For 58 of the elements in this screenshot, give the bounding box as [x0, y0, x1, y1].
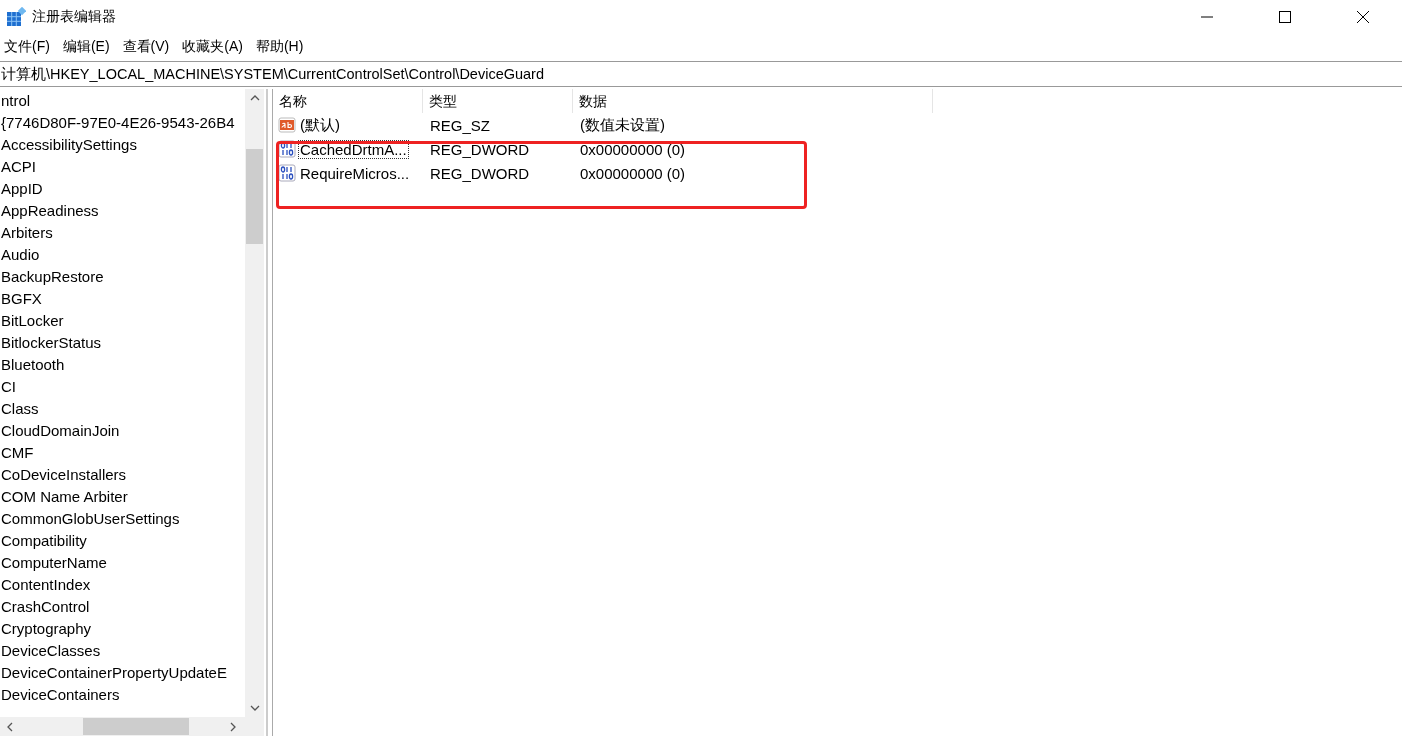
- value-data: 0x00000000 (0): [579, 164, 687, 182]
- menu-item[interactable]: 收藏夹(A): [182, 38, 243, 56]
- binary-value-icon: [278, 164, 296, 182]
- value-type: REG_DWORD: [429, 164, 531, 182]
- column-header[interactable]: 类型: [423, 89, 573, 113]
- tree-item[interactable]: BackupRestore: [0, 266, 245, 288]
- tree-item[interactable]: CoDeviceInstallers: [0, 464, 245, 486]
- tree-item[interactable]: Class: [0, 398, 245, 420]
- value-data: (数值未设置): [579, 115, 666, 135]
- tree-item[interactable]: ContentIndex: [0, 574, 245, 596]
- tree-item[interactable]: CrashControl: [0, 596, 245, 618]
- tree-item[interactable]: DeviceClasses: [0, 640, 245, 662]
- window-title: 注册表编辑器: [32, 8, 116, 26]
- string-value-icon: [278, 116, 296, 134]
- scroll-up-icon[interactable]: [249, 94, 260, 102]
- tree-item[interactable]: ntrol: [0, 90, 245, 112]
- tree-item[interactable]: Cryptography: [0, 618, 245, 640]
- value-name[interactable]: CachedDrtmA...: [298, 139, 409, 159]
- scroll-down-icon[interactable]: [249, 704, 260, 712]
- horizontal-scrollbar[interactable]: [0, 717, 264, 736]
- tree-item[interactable]: ComputerName: [0, 552, 245, 574]
- tree-item[interactable]: CMF: [0, 442, 245, 464]
- tree-item[interactable]: BGFX: [0, 288, 245, 310]
- value-type: REG_DWORD: [429, 140, 531, 158]
- menu-item[interactable]: 查看(V): [122, 38, 170, 56]
- tree-item[interactable]: Arbiters: [0, 222, 245, 244]
- tree-item[interactable]: COM Name Arbiter: [0, 486, 245, 508]
- value-data: 0x00000000 (0): [579, 140, 687, 158]
- tree-item[interactable]: AccessibilitySettings: [0, 134, 245, 156]
- scroll-left-icon[interactable]: [6, 721, 14, 732]
- menu-item[interactable]: 帮助(H): [255, 38, 304, 56]
- tree-item[interactable]: ACPI: [0, 156, 245, 178]
- tree-item[interactable]: BitLocker: [0, 310, 245, 332]
- column-header[interactable]: 名称: [273, 89, 423, 113]
- registry-icon: [6, 7, 26, 27]
- tree-item[interactable]: DeviceContainerPropertyUpdateE: [0, 662, 245, 684]
- tree-item[interactable]: Bluetooth: [0, 354, 245, 376]
- column-header[interactable]: 数据: [573, 89, 933, 113]
- value-name[interactable]: (默认): [298, 114, 342, 136]
- tree-item[interactable]: BitlockerStatus: [0, 332, 245, 354]
- menu-item[interactable]: 编辑(E): [62, 38, 110, 56]
- vertical-scrollbar[interactable]: [245, 89, 264, 717]
- scroll-thumb[interactable]: [83, 718, 189, 735]
- value-type: REG_SZ: [429, 116, 491, 134]
- scroll-right-icon[interactable]: [229, 721, 237, 732]
- tree-item[interactable]: {7746D80F-97E0-4E26-9543-26B4: [0, 112, 245, 134]
- address-bar[interactable]: 计算机\HKEY_LOCAL_MACHINE\SYSTEM\CurrentControlSet\Control\DeviceGuard: [0, 61, 1402, 87]
- tree-item[interactable]: CI: [0, 376, 245, 398]
- tree-item[interactable]: DeviceContainers: [0, 684, 245, 706]
- tree-item[interactable]: Audio: [0, 244, 245, 266]
- tree-item[interactable]: AppReadiness: [0, 200, 245, 222]
- tree-item[interactable]: AppID: [0, 178, 245, 200]
- tree-item[interactable]: CloudDomainJoin: [0, 420, 245, 442]
- scroll-thumb[interactable]: [246, 149, 263, 244]
- tree-item[interactable]: Compatibility: [0, 530, 245, 552]
- menu-item[interactable]: 文件(F): [4, 38, 50, 56]
- tree-item[interactable]: CommonGlobUserSettings: [0, 508, 245, 530]
- value-name[interactable]: RequireMicros...: [298, 163, 412, 183]
